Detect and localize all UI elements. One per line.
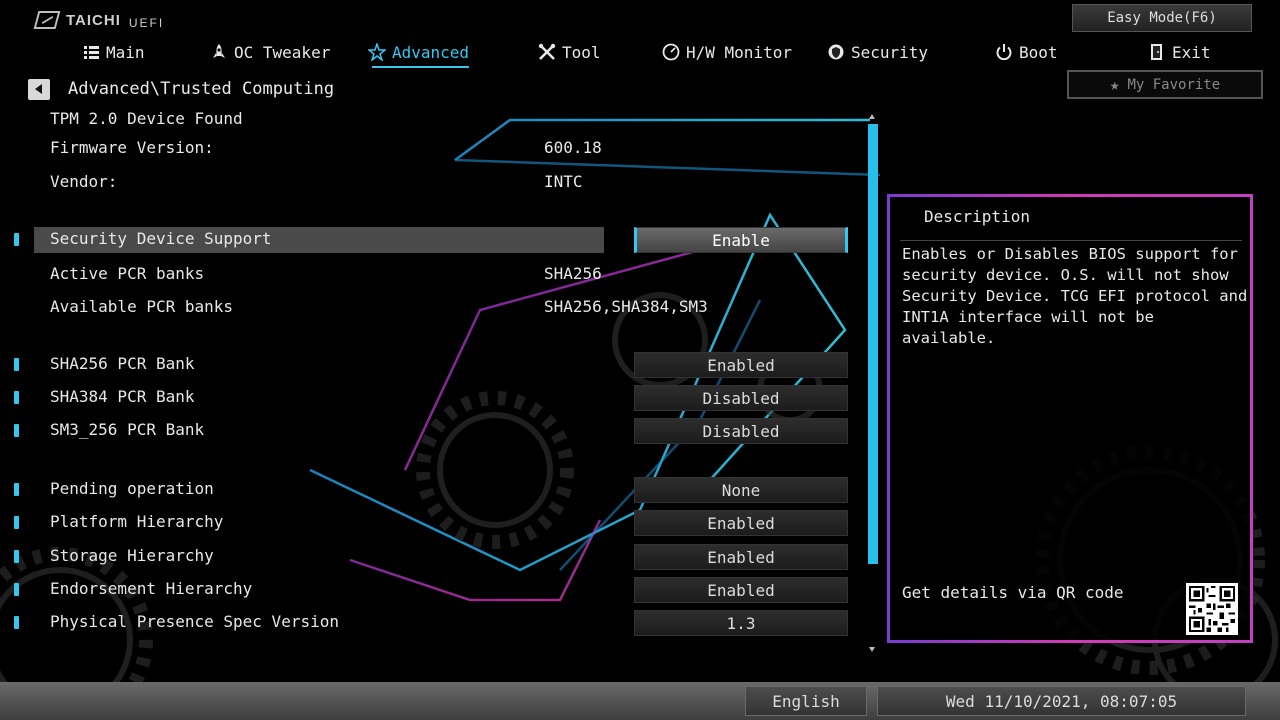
description-panel: Description Enables or Disables BIOS sup… [887,194,1253,643]
firmware-version-value: 600.18 [544,138,602,157]
sha256-pcr-bank-select[interactable]: Enabled [634,352,848,378]
setting-marker [14,616,19,629]
active-pcr-banks-label: Active PCR banks [50,264,205,283]
setting-marker [14,516,19,529]
pending-operation-label: Pending operation [50,479,214,498]
setting-marker [14,358,19,371]
available-pcr-banks-row: Available PCR banks SHA256,SHA384,SM3 [0,295,860,321]
endorsement-hierarchy-label: Endorsement Hierarchy [50,579,253,598]
rocket-icon [210,43,228,61]
tpm-found-row: TPM 2.0 Device Found [0,107,860,133]
breadcrumb: Advanced\Trusted Computing [68,79,335,99]
security-device-support-row[interactable]: Security Device Support Enable [0,227,860,253]
sm3-256-pcr-bank-select[interactable]: Disabled [634,418,848,444]
sha384-pcr-bank-row[interactable]: SHA384 PCR Bank Disabled [0,385,860,411]
vendor-label: Vendor: [50,172,118,191]
sha256-pcr-bank-row[interactable]: SHA256 PCR Bank Enabled [0,352,860,378]
taichi-logo-icon [33,11,61,29]
tab-exit[interactable]: Exit [1148,38,1211,66]
scroll-down-arrow-icon[interactable] [869,647,875,652]
sm3-256-pcr-bank-row[interactable]: SM3_256 PCR Bank Disabled [0,418,860,444]
sha256-pcr-bank-label: SHA256 PCR Bank [50,354,195,373]
wrench-icon [538,43,556,61]
endorsement-hierarchy-select[interactable]: Enabled [634,577,848,603]
tab-security[interactable]: Security [827,38,928,66]
datetime-display[interactable]: Wed 11/10/2021, 08:07:05 [877,686,1246,716]
monitor-gauge-icon [662,43,680,61]
setting-marker [14,550,19,563]
description-title: Description [924,207,1030,226]
brand-name: TAICHI [66,11,121,29]
tab-boot-label: Boot [1019,42,1058,62]
available-pcr-banks-label: Available PCR banks [50,297,234,316]
pending-operation-select[interactable]: None [634,477,848,503]
qr-code-label: Get details via QR code [902,583,1124,602]
my-favorite-button[interactable]: ★ My Favorite [1067,70,1263,99]
tab-oc-tweaker-label: OC Tweaker [234,42,331,62]
tab-hw-monitor-label: H/W Monitor [686,42,792,62]
storage-hierarchy-row[interactable]: Storage Hierarchy Enabled [0,544,860,570]
my-favorite-label: My Favorite [1127,76,1221,93]
tab-advanced[interactable]: Advanced [366,38,470,68]
sha384-pcr-bank-select[interactable]: Disabled [634,385,848,411]
tab-security-label: Security [851,42,929,62]
tab-boot[interactable]: Boot [995,38,1058,66]
scrollbar-thumb[interactable] [868,124,878,564]
star-icon: ★ [1109,75,1120,94]
exit-door-icon [1148,43,1166,61]
shield-icon [827,43,845,61]
tab-oc-tweaker[interactable]: OC Tweaker [210,38,330,66]
platform-hierarchy-row[interactable]: Platform Hierarchy Enabled [0,510,860,536]
storage-hierarchy-select[interactable]: Enabled [634,544,848,570]
back-button[interactable] [28,79,50,100]
security-device-support-select[interactable]: Enable [634,227,848,253]
easy-mode-button[interactable]: Easy Mode(F6) [1072,4,1252,32]
sha384-pcr-bank-label: SHA384 PCR Bank [50,387,195,406]
physical-presence-spec-row[interactable]: Physical Presence Spec Version 1.3 [0,610,860,636]
tab-exit-label: Exit [1172,42,1211,62]
physical-presence-spec-select[interactable]: 1.3 [634,610,848,636]
platform-hierarchy-select[interactable]: Enabled [634,510,848,536]
setting-marker [14,583,19,596]
divider [900,240,1242,241]
qr-code-icon [1186,583,1238,635]
list-icon [82,43,100,61]
setting-marker [14,391,19,404]
endorsement-hierarchy-row[interactable]: Endorsement Hierarchy Enabled [0,577,860,603]
tab-main[interactable]: Main [82,38,145,66]
brand-subtitle: UEFI [128,16,165,30]
vendor-value: INTC [544,172,583,191]
sm3-256-pcr-bank-label: SM3_256 PCR Bank [50,420,205,439]
power-icon [995,43,1013,61]
setting-marker [14,483,19,496]
security-device-support-label: Security Device Support [50,229,272,248]
vendor-row: Vendor: INTC [0,170,860,196]
language-button[interactable]: English [745,686,867,716]
storage-hierarchy-label: Storage Hierarchy [50,546,214,565]
available-pcr-banks-value: SHA256,SHA384,SM3 [544,297,708,316]
description-text: Enables or Disables BIOS support for sec… [902,245,1248,347]
platform-hierarchy-label: Platform Hierarchy [50,512,224,531]
active-pcr-banks-value: SHA256 [544,264,602,283]
scroll-up-arrow-icon[interactable] [869,114,875,119]
tab-hw-monitor[interactable]: H/W Monitor [662,38,792,66]
brand: TAICHI UEFI [33,10,165,30]
firmware-version-label: Firmware Version: [50,138,214,157]
firmware-version-row: Firmware Version: 600.18 [0,136,860,162]
main-navigation: Main OC Tweaker Advanced Tool H/W Monito… [0,38,1280,68]
setting-marker [14,233,19,246]
physical-presence-spec-label: Physical Presence Spec Version [50,612,339,631]
active-pcr-banks-row: Active PCR banks SHA256 [0,262,860,288]
tab-main-label: Main [106,42,145,62]
pending-operation-row[interactable]: Pending operation None [0,477,860,503]
star-gear-icon [366,41,388,63]
setting-marker [14,424,19,437]
tab-advanced-label: Advanced [392,42,470,62]
tab-tool[interactable]: Tool [538,38,601,66]
tpm-found-label: TPM 2.0 Device Found [50,109,243,128]
tab-tool-label: Tool [562,42,601,62]
